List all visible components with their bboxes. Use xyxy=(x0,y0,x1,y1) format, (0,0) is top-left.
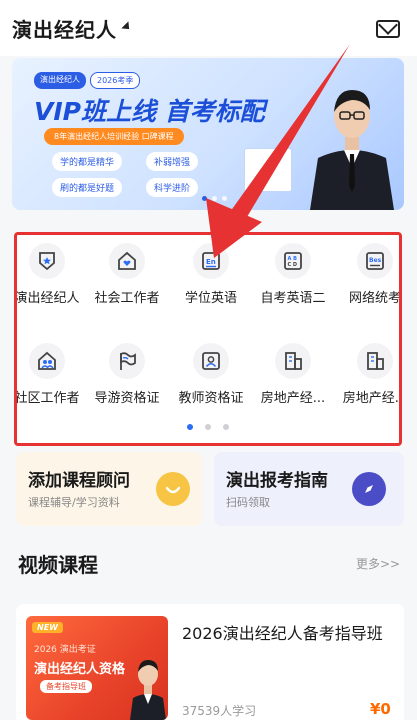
heart-house-icon xyxy=(109,243,145,279)
category-item[interactable]: 房地产经... xyxy=(253,343,333,406)
community-house-icon xyxy=(29,343,65,379)
instructor-photo xyxy=(130,660,166,720)
exam-guide-card[interactable]: 演出报考指南 扫码领取 xyxy=(214,452,404,526)
category-item[interactable]: 社会工作者 xyxy=(87,243,167,306)
english-book-icon: En xyxy=(193,243,229,279)
banner-chip: 刷的都是好题 xyxy=(52,178,123,197)
instructor-photo xyxy=(310,90,394,210)
banner-subtitle: 8年演出经纪人培训经验 口碑课程 xyxy=(44,128,184,145)
add-advisor-card[interactable]: 添加课程顾问 课程辅导/学习资料 xyxy=(16,452,202,526)
course-thumbnail: NEW 2026 演出考证 演出经纪人资格 备考指导班 xyxy=(26,616,168,720)
course-price: ¥0 xyxy=(370,700,391,718)
card-title: 添加课程顾问 xyxy=(28,471,130,491)
banner-headline: VIP班上线 首考标配 xyxy=(34,97,265,126)
caret-down-icon[interactable] xyxy=(121,21,133,33)
category-item[interactable]: 演出经纪人 xyxy=(17,243,87,306)
building-icon xyxy=(275,343,311,379)
banner-tags: 演出经纪人 2026考季 xyxy=(34,72,141,89)
shield-star-icon xyxy=(29,243,65,279)
mail-icon[interactable] xyxy=(376,20,400,38)
learner-count: 37539人学习 xyxy=(182,704,257,718)
section-title: 视频课程 xyxy=(18,553,98,577)
category-item[interactable]: A BC D 自考英语二 xyxy=(253,243,333,306)
more-link[interactable]: 更多>> xyxy=(356,555,400,572)
course-card[interactable]: NEW 2026 演出考证 演出经纪人资格 备考指导班 2026演出经纪人备考指… xyxy=(16,604,404,720)
category-grid: 演出经纪人 社会工作者 En 学位英语 A BC D 自考英语二 Bes 网络统… xyxy=(14,232,402,446)
card-subtitle: 扫码领取 xyxy=(226,496,270,509)
top-bar: 演出经纪人 xyxy=(0,0,417,56)
course-title: 2026演出经纪人备考指导班 xyxy=(182,624,383,643)
banner-pagination xyxy=(202,196,227,201)
exam-selector[interactable]: 演出经纪人 xyxy=(12,14,117,43)
svg-text:En: En xyxy=(206,258,216,266)
building-icon xyxy=(357,343,393,379)
category-item[interactable]: Bes 网络统考 xyxy=(335,243,399,306)
banner-chip: 科学进阶 xyxy=(146,178,199,197)
category-item[interactable]: En 学位英语 xyxy=(171,243,251,306)
svg-text:Bes: Bes xyxy=(369,257,382,264)
compass-icon xyxy=(352,472,386,506)
svg-text:C D: C D xyxy=(288,262,298,268)
category-item[interactable]: 社区工作者 xyxy=(17,343,87,406)
smile-icon xyxy=(156,472,190,506)
bes-card-icon: Bes xyxy=(357,243,393,279)
banner-tag: 演出经纪人 xyxy=(34,72,86,89)
category-item[interactable]: 教师资格证 xyxy=(171,343,251,406)
banner-device-image xyxy=(244,148,292,192)
banner-chip: 学的都是精华 xyxy=(52,152,123,171)
promo-banner[interactable]: 演出经纪人 2026考季 VIP班上线 首考标配 8年演出经纪人培训经验 口碑课… xyxy=(12,58,404,210)
abc-card-icon: A BC D xyxy=(275,243,311,279)
flag-icon xyxy=(109,343,145,379)
banner-tag: 2026考季 xyxy=(90,72,141,89)
category-item[interactable]: 房地产经... xyxy=(335,343,399,406)
card-title: 演出报考指南 xyxy=(226,471,328,491)
banner-chip: 补弱增强 xyxy=(146,152,199,171)
card-subtitle: 课程辅导/学习资料 xyxy=(28,496,120,509)
new-badge: NEW xyxy=(32,622,63,633)
category-item[interactable]: 导游资格证 xyxy=(87,343,167,406)
teacher-id-icon xyxy=(193,343,229,379)
category-pagination xyxy=(187,424,229,430)
